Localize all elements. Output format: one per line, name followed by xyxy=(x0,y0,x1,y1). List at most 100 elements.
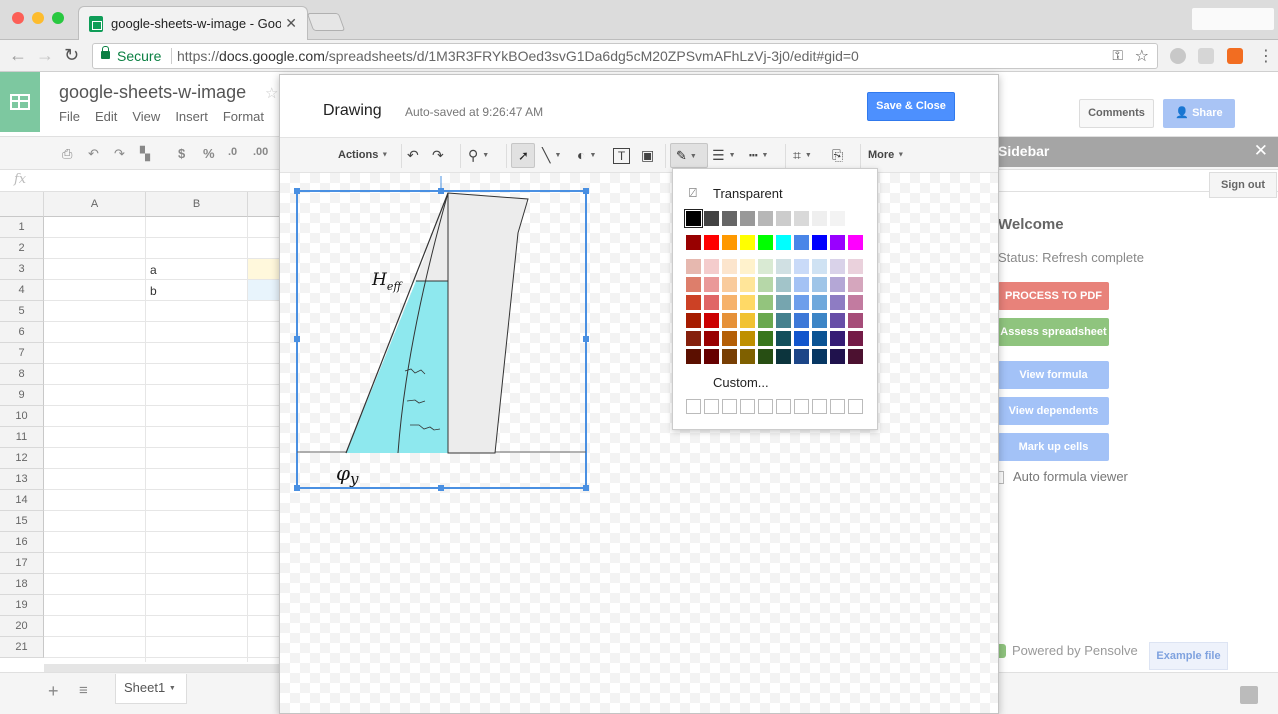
color-swatch[interactable] xyxy=(848,331,863,346)
url-input[interactable]: Secure https://docs.google.com/spreadshe… xyxy=(92,43,1158,69)
row-header[interactable]: 5 xyxy=(0,301,44,322)
color-swatch[interactable] xyxy=(830,295,845,310)
column-header-c[interactable] xyxy=(248,192,280,217)
reload-icon[interactable]: ↻ xyxy=(64,45,79,66)
back-icon[interactable]: ← xyxy=(9,45,27,66)
menu-format[interactable]: Format xyxy=(223,109,264,124)
row-header[interactable]: 6 xyxy=(0,322,44,343)
color-swatch[interactable] xyxy=(776,331,791,346)
color-swatch[interactable] xyxy=(830,313,845,328)
color-swatch[interactable] xyxy=(812,259,827,274)
more-menu[interactable]: More ▼ xyxy=(868,149,904,161)
color-swatch[interactable] xyxy=(830,331,845,346)
grid-row[interactable] xyxy=(44,238,280,259)
color-swatch[interactable] xyxy=(812,277,827,292)
grid-row[interactable] xyxy=(44,301,280,322)
color-swatch[interactable] xyxy=(758,349,773,364)
color-swatch[interactable] xyxy=(848,295,863,310)
crop-icon[interactable]: ⌗ ▼ xyxy=(793,147,812,164)
grid-row[interactable] xyxy=(44,637,280,658)
color-swatch[interactable] xyxy=(848,235,863,250)
color-swatch[interactable] xyxy=(812,331,827,346)
horizontal-scrollbar[interactable] xyxy=(44,664,280,672)
row-header[interactable]: 13 xyxy=(0,469,44,490)
color-swatch[interactable] xyxy=(722,211,737,226)
view-dependents-button[interactable]: View dependents xyxy=(998,397,1109,425)
sign-out-button[interactable]: Sign out xyxy=(1209,172,1277,198)
grid-row[interactable] xyxy=(44,406,280,427)
paint-format-icon[interactable]: ▚ xyxy=(140,146,150,162)
shape-tool-icon[interactable]: ◐ ▼ xyxy=(577,147,596,164)
row-header[interactable]: 4 xyxy=(0,280,44,301)
color-swatch[interactable] xyxy=(686,259,701,274)
hubspot-extension-icon[interactable] xyxy=(1227,48,1243,64)
color-swatch[interactable] xyxy=(776,313,791,328)
close-window-button[interactable] xyxy=(12,12,24,24)
color-swatch[interactable] xyxy=(704,349,719,364)
color-swatch[interactable] xyxy=(848,349,863,364)
custom-color-slot[interactable] xyxy=(776,399,791,414)
menu-kebab-icon[interactable]: ⋮ xyxy=(1258,46,1274,66)
row-header[interactable]: 20 xyxy=(0,616,44,637)
custom-color-slot[interactable] xyxy=(704,399,719,414)
color-swatch[interactable] xyxy=(830,235,845,250)
color-swatch[interactable] xyxy=(812,349,827,364)
row-header[interactable]: 18 xyxy=(0,574,44,595)
color-swatch[interactable] xyxy=(776,211,791,226)
select-all-corner[interactable] xyxy=(0,192,44,217)
color-swatch[interactable] xyxy=(740,277,755,292)
example-file-button[interactable]: Example file xyxy=(1149,642,1228,670)
row-header[interactable]: 9 xyxy=(0,385,44,406)
row-header[interactable]: 11 xyxy=(0,427,44,448)
print-icon[interactable]: ⎙ xyxy=(62,146,72,162)
document-title[interactable]: google-sheets-w-image xyxy=(59,82,246,103)
color-swatch[interactable] xyxy=(740,211,755,226)
custom-color-slot[interactable] xyxy=(758,399,773,414)
column-header-a[interactable]: A xyxy=(44,192,146,217)
color-swatch[interactable] xyxy=(758,295,773,310)
browser-tab[interactable]: google-sheets-w-image - Goo ✕ xyxy=(78,6,308,40)
grid-row[interactable] xyxy=(44,364,280,385)
color-swatch[interactable] xyxy=(848,313,863,328)
explore-icon[interactable] xyxy=(1240,686,1258,704)
decrease-decimal-button[interactable]: .0 xyxy=(228,146,237,158)
color-swatch[interactable] xyxy=(758,235,773,250)
row-header[interactable]: 10 xyxy=(0,406,44,427)
mark-up-cells-button[interactable]: Mark up cells xyxy=(998,433,1109,461)
highlighted-cell[interactable] xyxy=(248,280,280,300)
grid-row[interactable] xyxy=(44,553,280,574)
redo-icon[interactable]: ↷ xyxy=(432,147,444,163)
color-swatch[interactable] xyxy=(722,295,737,310)
spreadsheet-grid[interactable]: A B 1 2 3 4 5 6 7 8 9 10 11 12 13 14 15 16 17 18 19 20 21 a … xyxy=(0,192,280,662)
extension-icon[interactable] xyxy=(1198,48,1214,64)
grid-row[interactable] xyxy=(44,469,280,490)
key-icon[interactable]: ⚿ xyxy=(1112,47,1123,64)
menu-view[interactable]: View xyxy=(132,109,160,124)
menu-insert[interactable]: Insert xyxy=(175,109,208,124)
row-header[interactable]: 15 xyxy=(0,511,44,532)
custom-color-option[interactable]: Custom... xyxy=(713,375,769,390)
color-swatch[interactable] xyxy=(794,211,809,226)
replace-image-icon[interactable]: ⎘ xyxy=(832,147,843,163)
zoom-icon[interactable]: ⚲ ▼ xyxy=(468,147,489,164)
color-swatch[interactable] xyxy=(722,313,737,328)
color-swatch[interactable] xyxy=(776,259,791,274)
highlighted-cell[interactable] xyxy=(248,259,280,279)
color-swatch[interactable] xyxy=(722,349,737,364)
view-formula-button[interactable]: View formula xyxy=(998,361,1109,389)
color-swatch[interactable] xyxy=(740,235,755,250)
color-swatch[interactable] xyxy=(686,313,701,328)
grid-row[interactable] xyxy=(44,343,280,364)
color-swatch[interactable] xyxy=(776,295,791,310)
color-swatch[interactable] xyxy=(704,211,719,226)
grid-row[interactable] xyxy=(44,322,280,343)
star-icon[interactable]: ☆ xyxy=(265,84,278,102)
tab-close-icon[interactable]: ✕ xyxy=(285,15,297,32)
color-swatch[interactable] xyxy=(686,235,701,250)
color-swatch[interactable] xyxy=(686,331,701,346)
color-swatch[interactable] xyxy=(722,277,737,292)
color-swatch[interactable] xyxy=(794,349,809,364)
grid-row[interactable] xyxy=(44,490,280,511)
line-color-button[interactable]: ✎ ▼ xyxy=(670,143,708,168)
drive-extension-icon[interactable] xyxy=(1170,48,1186,64)
